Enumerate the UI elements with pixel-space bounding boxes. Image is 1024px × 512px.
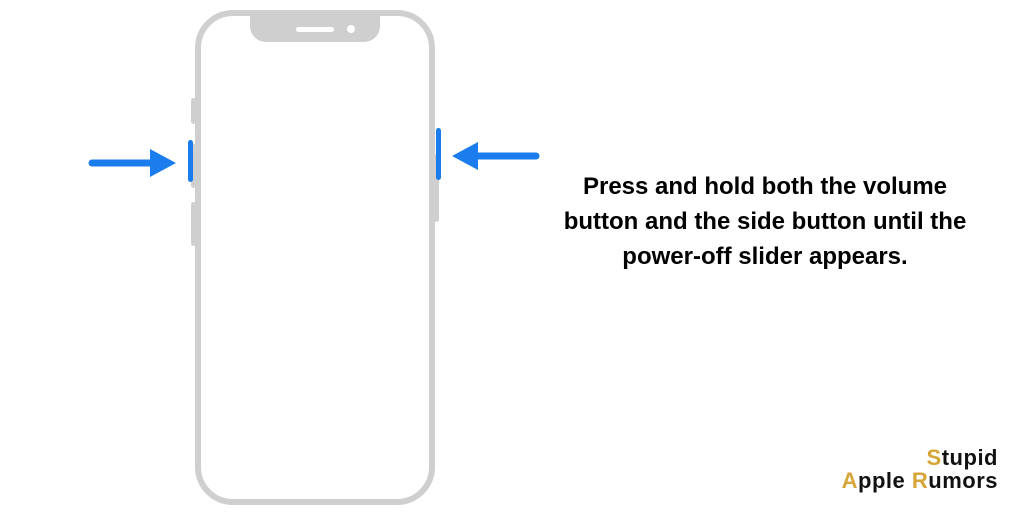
speaker-slot <box>296 27 334 32</box>
front-camera <box>347 25 355 33</box>
brand-accent-s: S <box>927 445 942 470</box>
instruction-text: Press and hold both the volume button an… <box>555 170 975 274</box>
arrow-left-icon <box>450 138 540 174</box>
iphone-outline <box>195 10 435 505</box>
volume-down-button <box>191 202 196 246</box>
diagram-container: Press and hold both the volume button an… <box>0 0 1024 512</box>
arrow-right-icon <box>88 145 178 181</box>
side-button-highlight <box>436 128 441 180</box>
brand-word-rumors: umors <box>928 468 998 493</box>
volume-button-highlight <box>188 140 193 182</box>
phone-notch <box>250 16 380 42</box>
brand-word-apple: pple <box>858 468 912 493</box>
mute-switch <box>191 98 196 124</box>
brand-watermark: Stupid Apple Rumors <box>842 446 998 492</box>
brand-word-stupid: tupid <box>942 445 998 470</box>
phone-illustration-area <box>60 10 520 510</box>
brand-accent-a: A <box>842 468 858 493</box>
brand-accent-r: R <box>912 468 928 493</box>
